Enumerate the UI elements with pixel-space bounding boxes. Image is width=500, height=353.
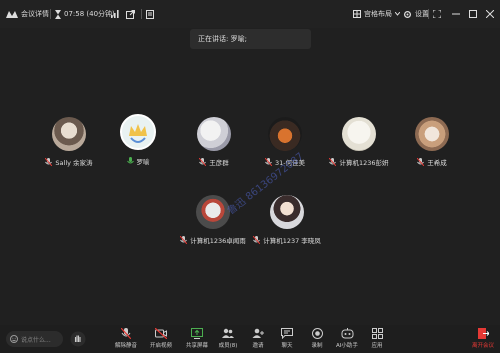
ai-assistant-button[interactable]: AI小助手: [333, 328, 361, 349]
divider: [50, 9, 51, 19]
mic-muted-icon: [180, 236, 188, 244]
mic-muted-icon: [417, 158, 425, 166]
mic-muted-icon: [121, 328, 131, 339]
avatar: [52, 117, 86, 151]
chevron-down-icon: [395, 12, 400, 16]
record-icon: [311, 328, 323, 339]
avatar: [196, 195, 230, 229]
divider: [141, 9, 142, 19]
notes-button[interactable]: [146, 8, 154, 20]
avatar: [415, 117, 449, 151]
external-link-button[interactable]: [126, 8, 135, 20]
chat-placeholder: 说点什么...: [21, 336, 51, 344]
signal-button[interactable]: [111, 8, 119, 20]
avatar: [120, 114, 156, 150]
minimize-button[interactable]: [452, 8, 460, 20]
fullscreen-button[interactable]: [433, 8, 441, 20]
avatar: [268, 117, 302, 151]
speaking-banner: 正在讲话: 罗喻;: [190, 29, 311, 49]
start-video-label: 开启视频: [149, 343, 172, 349]
participant-name-row: 计算机1237 李晓凤: [232, 235, 342, 245]
unmute-label: 解除静音: [114, 343, 137, 349]
chat-input[interactable]: 说点什么...: [6, 331, 63, 347]
timer-label: 07:58 (40分钟): [64, 10, 115, 18]
emoji-icon: [10, 335, 18, 343]
video-off-icon: [155, 328, 167, 339]
avatar: [270, 195, 304, 229]
hourglass-icon: [55, 9, 61, 19]
raise-hand-button[interactable]: [70, 331, 86, 347]
record-button[interactable]: 录制: [303, 328, 331, 349]
participant-name: 罗喻: [136, 158, 150, 166]
members-icon: [222, 328, 234, 338]
mic-muted-icon: [253, 236, 261, 244]
leave-label: 离开会议: [471, 343, 494, 349]
invite-label: 邀请: [252, 343, 264, 349]
ai-assistant-label: AI小助手: [336, 343, 358, 349]
close-button[interactable]: [486, 8, 494, 20]
invite-button[interactable]: 邀请: [244, 328, 272, 349]
participant-name: 计算机1237 李晓凤: [263, 237, 321, 245]
participant-name-row: 王希成: [377, 157, 487, 167]
members-label: 成员(8): [218, 343, 238, 349]
participant-name: 王希成: [427, 159, 447, 167]
apps-icon: [371, 328, 383, 339]
settings-label: 设置: [415, 10, 429, 18]
start-video-button[interactable]: 开启视频: [147, 328, 175, 349]
document-icon: [146, 9, 154, 19]
mic-muted-icon: [199, 158, 207, 166]
share-screen-icon: [191, 328, 203, 339]
minimize-icon: [452, 13, 460, 15]
logo-icon: [6, 11, 18, 18]
share-screen-button[interactable]: 共享屏幕: [183, 328, 211, 349]
apps-button[interactable]: 应用: [363, 328, 391, 349]
external-link-icon: [126, 9, 135, 19]
top-bar: 会议详情 07:58 (40分钟) 宫格布局 设置: [0, 0, 500, 28]
mic-muted-icon: [264, 158, 272, 166]
mic-active-icon: [126, 157, 134, 164]
avatar: [197, 117, 231, 151]
crown-avatar-icon: [129, 124, 147, 143]
members-button[interactable]: 成员(8): [214, 328, 242, 349]
participant-tile[interactable]: 王希成: [377, 117, 487, 167]
gear-icon: [403, 10, 412, 18]
grid-icon: [353, 10, 361, 18]
meeting-details-label: 会议详情: [21, 10, 49, 18]
ai-assistant-icon: [341, 328, 353, 339]
chat-label: 聊天: [281, 343, 293, 349]
signal-icon: [111, 10, 119, 18]
leave-meeting-button[interactable]: 离开会议: [468, 328, 498, 349]
timer: 07:58 (40分钟): [55, 8, 115, 20]
mic-muted-icon: [45, 158, 53, 166]
close-icon: [486, 10, 494, 18]
grid-layout-button[interactable]: 宫格布局: [353, 8, 400, 20]
participant-name: 王彦群: [209, 159, 229, 167]
chat-button[interactable]: 聊天: [273, 328, 301, 349]
share-screen-label: 共享屏幕: [185, 343, 208, 349]
divider: [428, 9, 429, 19]
fullscreen-icon: [433, 10, 441, 18]
avatar: [342, 117, 376, 151]
leave-icon: [477, 328, 489, 339]
maximize-icon: [469, 10, 477, 18]
maximize-button[interactable]: [469, 8, 477, 20]
invite-icon: [252, 328, 264, 338]
grid-layout-label: 宫格布局: [364, 10, 392, 18]
settings-button[interactable]: 设置: [403, 8, 429, 20]
hand-icon: [70, 331, 86, 347]
record-label: 录制: [311, 343, 323, 349]
unmute-button[interactable]: 解除静音: [112, 328, 140, 349]
meeting-details-button[interactable]: 会议详情: [6, 8, 49, 20]
mic-muted-icon: [329, 158, 337, 166]
chat-icon: [281, 328, 293, 339]
apps-label: 应用: [371, 343, 383, 349]
